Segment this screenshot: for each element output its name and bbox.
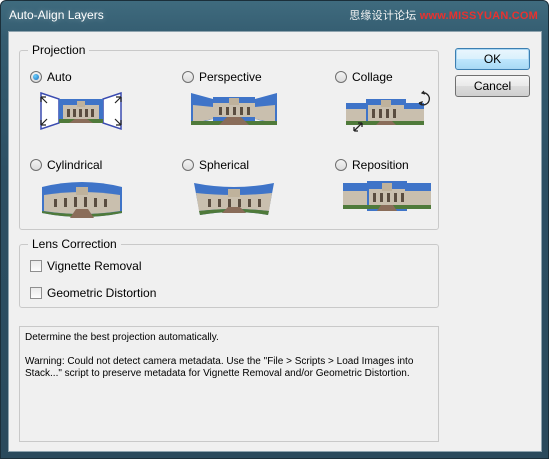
checkbox-geometric-distortion-label: Geometric Distortion (47, 286, 157, 300)
checkbox-vignette-removal[interactable]: Vignette Removal (30, 259, 142, 273)
radio-collage[interactable]: Collage (335, 70, 393, 84)
perspective-thumbnail (191, 93, 277, 125)
radio-reposition-indicator[interactable] (335, 159, 347, 171)
radio-collage-label: Collage (352, 70, 393, 84)
spherical-thumbnail (194, 183, 274, 215)
radio-perspective-indicator[interactable] (182, 71, 194, 83)
radio-collage-indicator[interactable] (335, 71, 347, 83)
watermark: 思缘设计论坛 www.MISSYUAN.COM (349, 7, 538, 23)
reposition-thumbnail (343, 181, 431, 211)
ok-button[interactable]: OK (455, 48, 530, 70)
projection-group: Projection Auto Perspective Collage Cyli… (19, 43, 439, 230)
radio-cylindrical-indicator[interactable] (30, 159, 42, 171)
radio-reposition[interactable]: Reposition (335, 158, 409, 172)
radio-perspective[interactable]: Perspective (182, 70, 262, 84)
collage-thumbnail (346, 90, 430, 132)
watermark-right: www.MISSYUAN.COM (419, 10, 538, 22)
radio-cylindrical[interactable]: Cylindrical (30, 158, 102, 172)
checkbox-vignette-removal-box[interactable] (30, 260, 42, 272)
dialog-window: Auto-Align Layers 思缘设计论坛 www.MISSYUAN.CO… (0, 0, 549, 459)
projection-group-label: Projection (28, 43, 90, 57)
checkbox-geometric-distortion[interactable]: Geometric Distortion (30, 286, 156, 300)
radio-auto[interactable]: Auto (30, 70, 72, 84)
radio-spherical[interactable]: Spherical (182, 158, 249, 172)
description-line-1: Determine the best projection automatica… (25, 332, 219, 343)
radio-auto-label: Auto (47, 70, 72, 84)
dialog-client-area: Projection Auto Perspective Collage Cyli… (8, 31, 542, 452)
checkbox-vignette-removal-label: Vignette Removal (47, 259, 142, 273)
cylindrical-thumbnail (42, 182, 122, 218)
window-title: Auto-Align Layers (9, 8, 104, 22)
radio-cylindrical-label: Cylindrical (47, 158, 103, 172)
lens-correction-group-label: Lens Correction (28, 237, 121, 251)
auto-thumbnail (40, 91, 122, 131)
lens-correction-group: Lens Correction Vignette Removal Geometr… (19, 237, 439, 308)
watermark-left: 思缘设计论坛 (349, 10, 417, 22)
radio-reposition-label: Reposition (352, 158, 409, 172)
radio-spherical-label: Spherical (199, 158, 250, 172)
radio-spherical-indicator[interactable] (182, 159, 194, 171)
radio-auto-indicator[interactable] (30, 71, 42, 83)
cancel-button[interactable]: Cancel (455, 75, 530, 97)
checkbox-geometric-distortion-box[interactable] (30, 287, 42, 299)
title-bar[interactable]: Auto-Align Layers 思缘设计论坛 www.MISSYUAN.CO… (1, 1, 548, 31)
description-box: Determine the best projection automatica… (19, 326, 439, 442)
description-warning: Warning: Could not detect camera metadat… (25, 356, 414, 379)
radio-perspective-label: Perspective (199, 70, 262, 84)
